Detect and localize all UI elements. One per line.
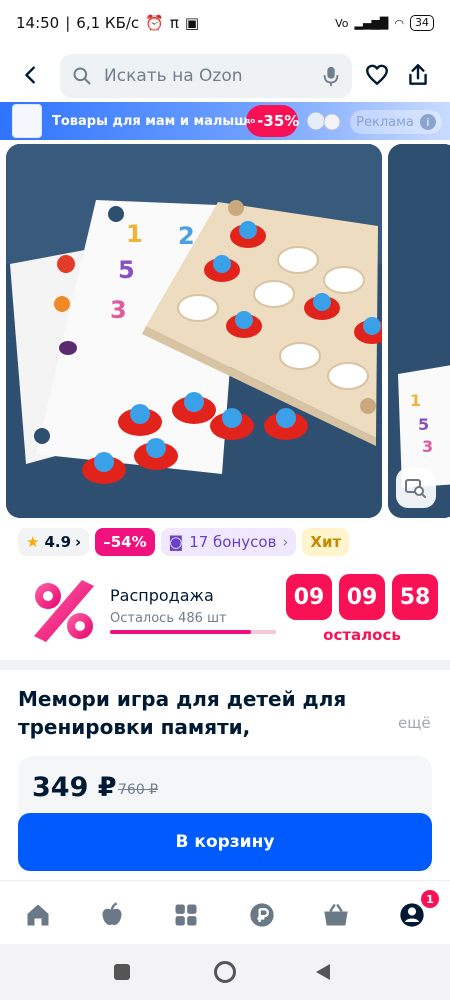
show-more-link[interactable]: ещё [398, 714, 431, 732]
product-image[interactable]: 1 2 5 3 [6, 144, 382, 518]
banner-text: Товары для мам и малышей [52, 113, 266, 129]
battery-icon: 34 [410, 15, 434, 31]
top-header: Искать на Ozon [0, 50, 450, 100]
sale-title: Распродажа [110, 586, 214, 605]
timer-minutes: 09 [339, 574, 385, 620]
svg-text:1: 1 [410, 391, 421, 410]
home-button[interactable] [214, 961, 236, 983]
section-divider [0, 660, 450, 670]
baby-formula-image [12, 104, 42, 138]
timer-hours: 09 [286, 574, 332, 620]
recent-apps-button[interactable] [114, 964, 130, 980]
star-icon: ★ [26, 533, 40, 551]
stock-progress-bar [110, 630, 276, 634]
bonus-chip[interactable]: ◙ 17 бонусов › [160, 528, 297, 556]
timer-seconds: 58 [392, 574, 438, 620]
system-nav-bar [0, 944, 450, 1000]
profile-icon[interactable] [398, 901, 426, 929]
baby-toys-image [306, 111, 341, 131]
back-button[interactable] [314, 962, 332, 982]
microphone-icon[interactable] [322, 65, 340, 87]
cart-basket-icon[interactable] [322, 901, 350, 929]
stock-progress-fill [110, 630, 252, 634]
percent-icon [34, 580, 94, 642]
memory-game-photo: 1 2 5 3 [6, 144, 382, 518]
stock-remaining: Осталось 486 шт [110, 611, 227, 626]
product-chips: ★ 4.9 › –54% ◙ 17 бонусов › Хит [18, 528, 350, 556]
svg-text:2: 2 [178, 222, 195, 250]
banner-discount-badge: до -35% [245, 105, 299, 137]
pi-icon: π [169, 14, 179, 32]
discount-chip: –54% [95, 528, 155, 556]
chevron-right-icon: › [75, 533, 82, 551]
search-input[interactable]: Искать на Ozon [60, 54, 352, 98]
signal-icon: ▂▄▆█ [354, 16, 389, 30]
rating-chip[interactable]: ★ 4.9 › [18, 528, 90, 556]
ad-label[interactable]: Реклама i [350, 110, 442, 134]
bottom-tab-bar [0, 880, 450, 944]
svg-text:3: 3 [422, 437, 433, 456]
timer-label: осталось [323, 626, 401, 644]
app-notification-icon: ▣ [184, 14, 200, 32]
memory-game-photo-2: 1 5 3 [388, 144, 450, 518]
favorite-heart-icon[interactable] [364, 62, 390, 88]
add-to-cart-button[interactable]: В корзину [18, 813, 432, 871]
svg-text:3: 3 [110, 296, 127, 324]
svg-text:1: 1 [126, 220, 143, 248]
alarm-icon: ⏰ [145, 14, 164, 32]
wifi-icon: ◠ [394, 16, 404, 30]
info-icon: i [419, 114, 436, 130]
ozon-card-ruble-icon[interactable] [248, 901, 276, 929]
promo-banner[interactable]: Товары для мам и малышей до -35% Реклама i [0, 102, 450, 140]
countdown-timer: 09 09 58 [286, 574, 438, 620]
status-speed: 6,1 КБ/с [76, 14, 140, 32]
bonus-icon: ◙ [168, 533, 184, 551]
svg-text:5: 5 [418, 415, 429, 434]
current-price: 349 ₽ [32, 772, 117, 803]
image-search-icon [405, 479, 426, 498]
fresh-apple-icon[interactable] [98, 901, 126, 929]
search-placeholder: Искать на Ozon [104, 66, 243, 86]
profile-notification-badge: 1 [421, 890, 439, 908]
hit-badge: Хит [302, 528, 350, 556]
svg-text:5: 5 [118, 256, 135, 284]
product-image-next[interactable]: 1 5 3 [388, 144, 450, 518]
catalog-icon[interactable] [172, 901, 200, 929]
search-icon [73, 67, 91, 85]
product-title: Мемори игра для детей для тренировки пам… [18, 687, 347, 739]
back-arrow-icon[interactable] [20, 64, 42, 86]
flash-sale-block: Распродажа Осталось 486 шт 09 09 58 оста… [0, 566, 450, 656]
status-time: 14:50 [16, 14, 60, 32]
home-icon[interactable] [24, 901, 52, 929]
status-bar: 14:50 | 6,1 КБ/с ⏰ π ▣ Vo ▂▄▆█ ◠ 34 [0, 0, 450, 46]
chevron-right-icon: › [282, 533, 289, 551]
volte-icon: Vo [335, 16, 349, 30]
visual-search-button[interactable] [396, 468, 436, 508]
old-price: 760 ₽ [118, 782, 159, 798]
share-icon[interactable] [405, 62, 431, 88]
